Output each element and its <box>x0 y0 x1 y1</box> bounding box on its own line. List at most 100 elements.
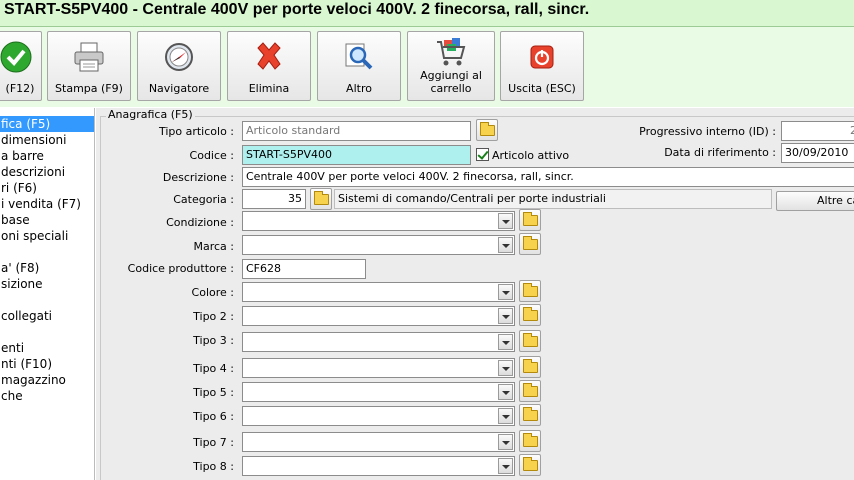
data-riferimento-field[interactable]: 30/09/2010 <box>781 143 854 163</box>
sidebar: fica (F5) dimensioni a barre descrizioni… <box>0 108 95 480</box>
chevron-down-icon[interactable] <box>498 308 513 324</box>
altre-categorie-button[interactable]: Altre ca <box>776 191 854 211</box>
tipo7-dropdown[interactable] <box>242 432 515 452</box>
folder-icon <box>523 307 538 321</box>
tipo6-dropdown[interactable] <box>242 406 515 426</box>
exit-button-label: Uscita (ESC) <box>508 82 576 95</box>
folder-icon <box>523 283 538 297</box>
sidebar-item-anagrafica[interactable]: fica (F5) <box>0 116 94 132</box>
toolbar: (F12) Stampa (F9) Navigatore Elimina Alt… <box>0 27 854 107</box>
codice-produttore-label: Codice produttore : <box>127 262 234 275</box>
codice-field[interactable]: START-S5PV400 <box>242 145 471 165</box>
sidebar-item-enti[interactable]: enti <box>0 340 24 356</box>
delete-button-label: Elimina <box>248 82 290 95</box>
descrizione-label: Descrizione : <box>162 171 234 184</box>
printer-icon <box>74 42 104 72</box>
tipo6-browse-button[interactable] <box>519 404 541 426</box>
categoria-description: Sistemi di comando/Centrali per porte in… <box>334 189 772 209</box>
sidebar-item-sizione[interactable]: sizione <box>0 276 43 292</box>
categoria-browse-button[interactable] <box>310 188 332 210</box>
chevron-down-icon[interactable] <box>498 360 513 376</box>
folder-icon <box>523 359 538 373</box>
colore-label: Colore : <box>191 286 234 299</box>
more-button[interactable]: Altro <box>317 31 401 101</box>
marca-browse-button[interactable] <box>519 233 541 255</box>
colore-browse-button[interactable] <box>519 280 541 302</box>
condizione-browse-button[interactable] <box>519 209 541 231</box>
condizione-label: Condizione : <box>166 216 234 229</box>
tipo8-label: Tipo 8 : <box>193 460 234 473</box>
categoria-code-field[interactable]: 35 <box>242 189 306 209</box>
codice-produttore-field[interactable]: CF628 <box>242 259 366 279</box>
chevron-down-icon[interactable] <box>498 384 513 400</box>
tipo2-label: Tipo 2 : <box>193 310 234 323</box>
sidebar-item-speciali[interactable]: oni speciali <box>0 228 68 244</box>
folder-icon <box>523 433 538 447</box>
chevron-down-icon[interactable] <box>498 408 513 424</box>
power-icon <box>530 45 554 69</box>
chevron-down-icon[interactable] <box>498 213 513 229</box>
progressivo-field[interactable]: 2 <box>781 121 854 141</box>
delete-x-icon <box>257 42 281 70</box>
tipo-articolo-browse-button[interactable] <box>476 119 498 141</box>
articolo-attivo-checkbox[interactable] <box>476 148 489 161</box>
sidebar-item-f10[interactable]: nti (F10) <box>0 356 52 372</box>
condizione-dropdown[interactable] <box>242 211 515 231</box>
add-to-cart-button[interactable]: Aggiungi al carrello <box>407 31 495 101</box>
tipo3-dropdown[interactable] <box>242 332 515 352</box>
marca-dropdown[interactable] <box>242 235 515 255</box>
tipo4-dropdown[interactable] <box>242 358 515 378</box>
data-riferimento-label: Data di riferimento : <box>664 146 776 159</box>
tipo8-browse-button[interactable] <box>519 454 541 476</box>
chevron-down-icon[interactable] <box>498 237 513 253</box>
folder-icon <box>523 236 538 250</box>
chevron-down-icon[interactable] <box>498 458 513 474</box>
group-title: Anagrafica (F5) <box>106 108 195 121</box>
tipo-articolo-label: Tipo articolo : <box>158 125 234 138</box>
sidebar-item-base[interactable]: base <box>0 212 30 228</box>
sidebar-item-f6[interactable]: ri (F6) <box>0 180 37 196</box>
sidebar-item-dimensioni[interactable]: dimensioni <box>0 132 67 148</box>
sidebar-item-descrizioni[interactable]: descrizioni <box>0 164 65 180</box>
sidebar-item-che[interactable]: che <box>0 388 23 404</box>
sidebar-item-barre[interactable]: a barre <box>0 148 44 164</box>
folder-icon <box>523 333 538 347</box>
tipo4-browse-button[interactable] <box>519 356 541 378</box>
add-to-cart-button-label: Aggiungi al carrello <box>420 69 482 95</box>
progressivo-label: Progressivo interno (ID) : <box>639 125 776 138</box>
sidebar-item-collegati[interactable]: collegati <box>0 308 52 324</box>
chevron-down-icon[interactable] <box>498 334 513 350</box>
tipo8-dropdown[interactable] <box>242 456 515 476</box>
tipo-articolo-field[interactable]: Articolo standard <box>242 121 471 141</box>
tipo3-browse-button[interactable] <box>519 330 541 352</box>
tipo5-browse-button[interactable] <box>519 380 541 402</box>
more-button-label: Altro <box>346 82 372 95</box>
navigator-button-label: Navigatore <box>148 82 210 95</box>
sidebar-item-vendita[interactable]: i vendita (F7) <box>0 196 81 212</box>
window-title: START-S5PV400 - Centrale 400V per porte … <box>4 1 590 18</box>
tipo4-label: Tipo 4 : <box>193 362 234 375</box>
categoria-label: Categoria : <box>173 193 234 206</box>
navigator-button[interactable]: Navigatore <box>137 31 221 101</box>
folder-icon <box>523 383 538 397</box>
tipo2-browse-button[interactable] <box>519 304 541 326</box>
descrizione-field[interactable]: Centrale 400V per porte veloci 400V. 2 f… <box>242 167 854 187</box>
chevron-down-icon[interactable] <box>498 434 513 450</box>
tipo2-dropdown[interactable] <box>242 306 515 326</box>
chevron-down-icon[interactable] <box>498 284 513 300</box>
exit-button[interactable]: Uscita (ESC) <box>500 31 584 101</box>
magnifier-icon <box>345 43 373 70</box>
print-button[interactable]: Stampa (F9) <box>47 31 131 101</box>
tipo5-dropdown[interactable] <box>242 382 515 402</box>
save-button[interactable]: (F12) <box>0 31 42 101</box>
sidebar-item-magazzino[interactable]: magazzino <box>0 372 66 388</box>
compass-icon <box>165 43 193 71</box>
sidebar-item-f8[interactable]: a' (F8) <box>0 260 39 276</box>
check-icon <box>0 41 32 73</box>
save-button-label: (F12) <box>5 82 35 95</box>
tipo7-label: Tipo 7 : <box>193 436 234 449</box>
tipo5-label: Tipo 5 : <box>193 386 234 399</box>
colore-dropdown[interactable] <box>242 282 515 302</box>
tipo7-browse-button[interactable] <box>519 430 541 452</box>
delete-button[interactable]: Elimina <box>227 31 311 101</box>
